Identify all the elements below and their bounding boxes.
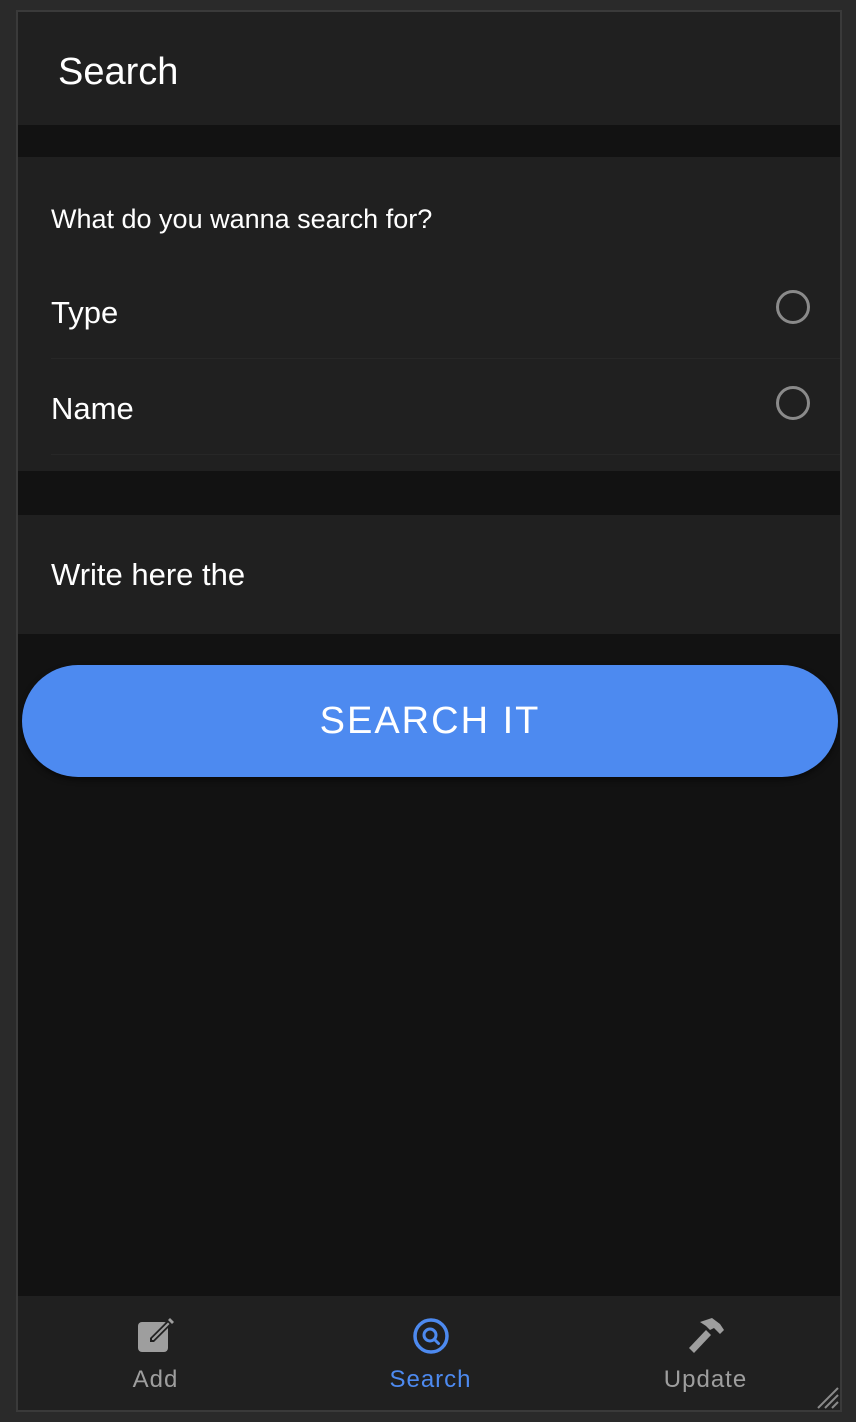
search-type-card: What do you wanna search for? Type Name (18, 157, 840, 471)
app-header: Search (18, 12, 840, 125)
tab-update-label: Update (663, 1366, 748, 1393)
option-name-row[interactable]: Name (18, 359, 840, 455)
search-input-card (18, 515, 840, 634)
search-input[interactable] (51, 515, 791, 634)
edit-icon (137, 1318, 174, 1352)
tab-add-label: Add (132, 1366, 179, 1393)
search-circle-icon (412, 1318, 449, 1354)
tab-search-label: Search (389, 1366, 472, 1393)
tab-add[interactable]: Add (18, 1296, 293, 1410)
hammer-icon (688, 1318, 724, 1353)
option-name-label: Name (51, 391, 134, 426)
search-question: What do you wanna search for? (51, 204, 433, 234)
tab-update[interactable]: Update (568, 1296, 840, 1410)
page-title: Search (58, 51, 179, 93)
resize-grip-icon[interactable] (812, 1382, 840, 1410)
tab-search[interactable]: Search (293, 1296, 568, 1410)
option-type-radio[interactable] (776, 290, 810, 324)
search-it-button[interactable]: SEARCH IT (22, 665, 838, 777)
option-name-radio[interactable] (776, 386, 810, 420)
app-window: Search What do you wanna search for? Typ… (16, 10, 842, 1412)
option-divider (51, 454, 840, 455)
option-type-label: Type (51, 295, 119, 330)
option-type-row[interactable]: Type (18, 263, 840, 359)
bottom-tab-bar: Add Search Update (18, 1296, 840, 1410)
